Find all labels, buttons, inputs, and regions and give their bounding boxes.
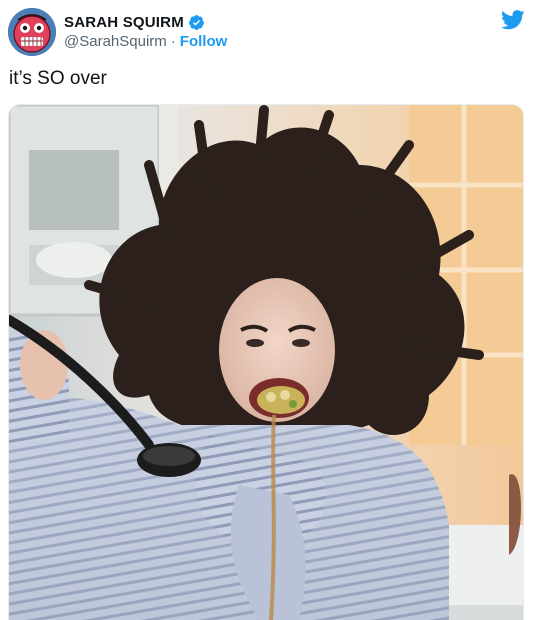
follow-button[interactable]: Follow (180, 33, 228, 50)
avatar[interactable] (8, 8, 56, 56)
author-handle[interactable]: @SarahSquirm (64, 33, 167, 50)
separator-dot: · (170, 33, 176, 50)
twitter-bird-icon[interactable] (500, 10, 525, 30)
tweet-text: it’s SO over (9, 68, 107, 89)
verified-badge-icon (188, 14, 205, 31)
tweet-photo[interactable] (8, 104, 524, 620)
author-handle-row: @SarahSquirm · Follow (64, 33, 227, 50)
author-name-row: SARAH SQUIRM (64, 12, 205, 32)
author-display-name[interactable]: SARAH SQUIRM (64, 14, 184, 31)
avatar-icon (8, 8, 56, 56)
tweet-card: SARAH SQUIRM @SarahSquirm · Follow it’s … (0, 0, 537, 620)
photo-illustration (9, 105, 523, 620)
